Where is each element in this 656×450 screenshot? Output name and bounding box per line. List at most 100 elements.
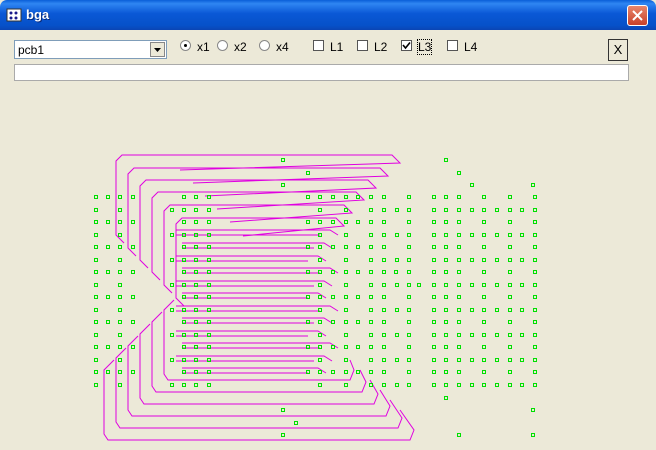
pad: [444, 320, 448, 324]
pad: [170, 308, 174, 312]
pad: [94, 295, 98, 299]
pad: [207, 245, 211, 249]
pad: [520, 208, 524, 212]
pad: [508, 333, 512, 337]
trace: [139, 179, 378, 269]
pad: [533, 195, 537, 199]
pad: [533, 245, 537, 249]
pad: [470, 333, 474, 337]
pad: [432, 233, 436, 237]
pad: [395, 258, 399, 262]
pad: [508, 208, 512, 212]
pad: [369, 320, 373, 324]
pad: [182, 220, 186, 224]
pad: [94, 358, 98, 362]
pad: [131, 320, 135, 324]
pad: [470, 308, 474, 312]
pad: [508, 245, 512, 249]
pad: [520, 258, 524, 262]
pad: [382, 283, 386, 287]
trace: [176, 330, 327, 337]
pad: [457, 283, 461, 287]
pad: [331, 320, 335, 324]
pad: [382, 320, 386, 324]
pad: [344, 195, 348, 199]
pad: [533, 208, 537, 212]
pad: [407, 270, 411, 274]
pad: [444, 258, 448, 262]
pad: [281, 433, 285, 437]
pad: [318, 208, 322, 212]
window-close-button[interactable]: [627, 5, 648, 26]
pad: [356, 295, 360, 299]
title-bar[interactable]: bga: [0, 0, 656, 30]
pad: [106, 370, 110, 374]
pad: [344, 345, 348, 349]
pad: [318, 245, 322, 249]
pad: [106, 245, 110, 249]
pad: [194, 383, 198, 387]
pad: [318, 320, 322, 324]
pad: [369, 195, 373, 199]
pad: [170, 283, 174, 287]
pad: [369, 358, 373, 362]
pad: [444, 208, 448, 212]
pad: [131, 195, 135, 199]
pad: [382, 295, 386, 299]
dropdown-button[interactable]: [150, 42, 165, 57]
pad: [407, 233, 411, 237]
pad: [318, 308, 322, 312]
pad: [508, 295, 512, 299]
pad: [533, 358, 537, 362]
pad: [182, 245, 186, 249]
pad: [281, 158, 285, 162]
pad: [106, 345, 110, 349]
pad: [194, 220, 198, 224]
trace: [176, 355, 333, 362]
pad: [182, 320, 186, 324]
pad: [94, 233, 98, 237]
pad: [369, 370, 373, 374]
pad: [520, 383, 524, 387]
pad: [531, 183, 535, 187]
pad: [344, 270, 348, 274]
pad: [118, 233, 122, 237]
close-view-button[interactable]: X: [608, 39, 628, 61]
pad: [432, 195, 436, 199]
pad: [457, 320, 461, 324]
pad: [344, 308, 348, 312]
pad: [482, 258, 486, 262]
pad: [432, 295, 436, 299]
pad: [482, 283, 486, 287]
pad: [495, 358, 499, 362]
pad: [331, 270, 335, 274]
pad: [482, 220, 486, 224]
pad: [182, 370, 186, 374]
pad: [194, 195, 198, 199]
pad: [94, 333, 98, 337]
app-icon: [6, 8, 22, 22]
radio-selected-icon: [180, 40, 191, 51]
pad: [194, 283, 198, 287]
trace: [176, 280, 333, 287]
pad: [395, 283, 399, 287]
pad: [531, 433, 535, 437]
pad: [131, 345, 135, 349]
pad: [444, 333, 448, 337]
pad: [207, 295, 211, 299]
pad: [106, 320, 110, 324]
pad: [482, 358, 486, 362]
pad: [131, 270, 135, 274]
status-field[interactable]: [14, 64, 629, 81]
pad: [457, 295, 461, 299]
pad: [281, 183, 285, 187]
pad: [182, 295, 186, 299]
board-select[interactable]: pcb1: [14, 40, 167, 59]
pad: [318, 358, 322, 362]
pad: [94, 208, 98, 212]
pcb-canvas[interactable]: [0, 85, 656, 450]
pad: [457, 308, 461, 312]
pad: [533, 345, 537, 349]
pad: [207, 345, 211, 349]
pad: [520, 333, 524, 337]
